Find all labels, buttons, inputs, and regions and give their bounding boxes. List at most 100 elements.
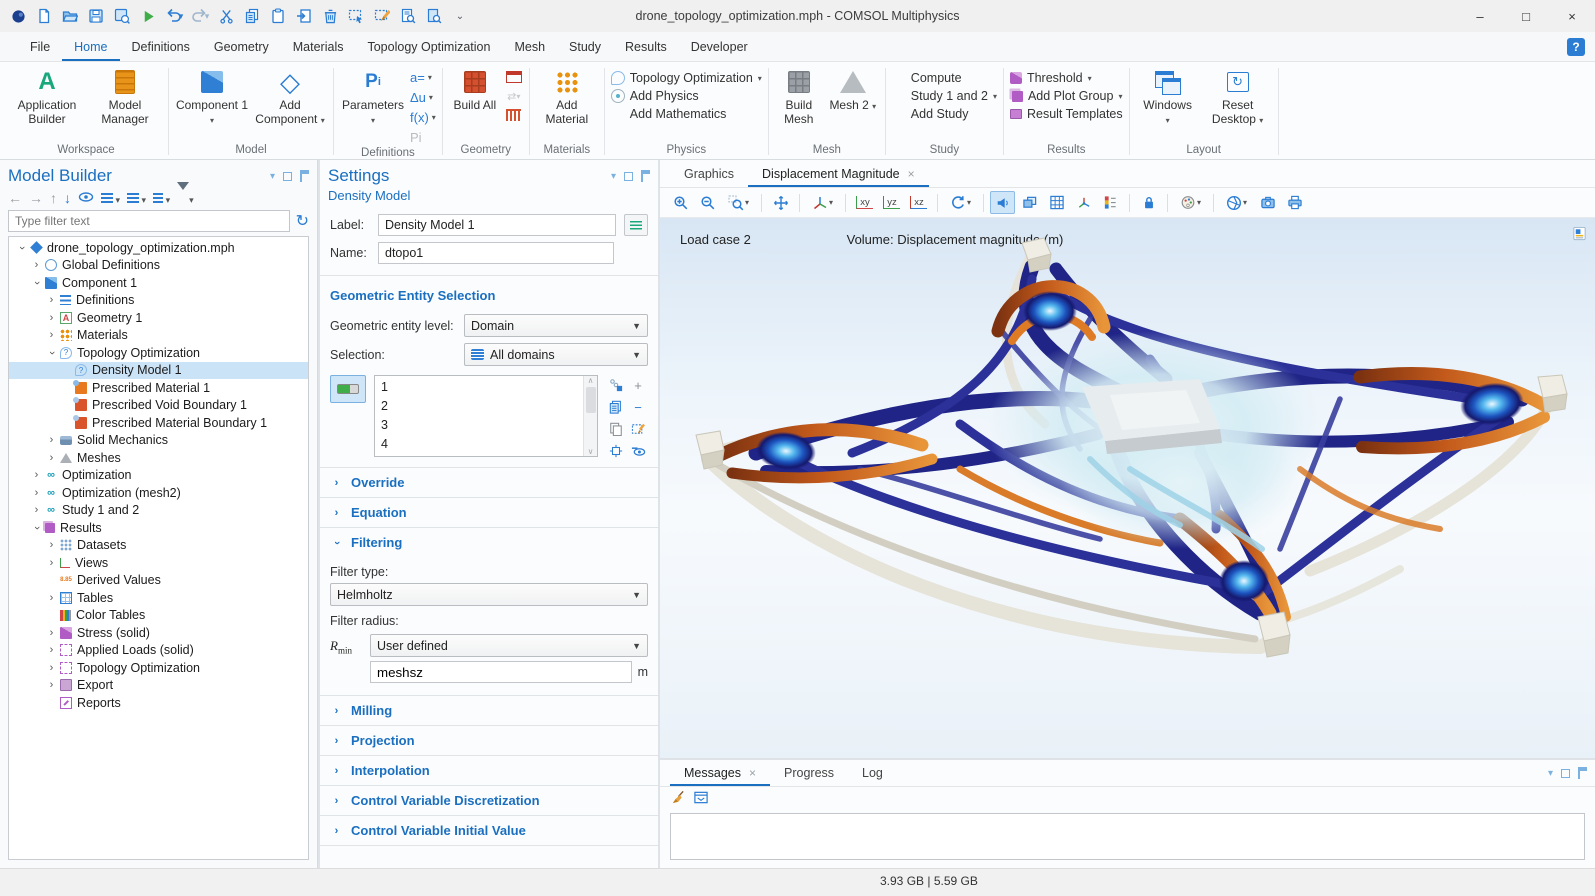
run-icon[interactable] bbox=[136, 4, 160, 28]
tree-item[interactable]: Prescribed Material 1 bbox=[9, 379, 308, 397]
menu-tab[interactable]: Geometry bbox=[202, 35, 281, 61]
tree-item[interactable]: Prescribed Material Boundary 1 bbox=[9, 414, 308, 432]
minimize-button[interactable]: – bbox=[1457, 0, 1503, 32]
settings-section-header[interactable]: Control Variable Discretization bbox=[320, 785, 658, 815]
results-row-button[interactable]: Threshold▾ bbox=[1010, 71, 1123, 85]
open-messages-window-icon[interactable] bbox=[693, 790, 709, 808]
menu-tab[interactable]: Results bbox=[613, 35, 679, 61]
copy-selection-icon[interactable] bbox=[606, 375, 626, 395]
color-theme-icon[interactable]: ▾ bbox=[1174, 191, 1207, 214]
label-field[interactable] bbox=[378, 214, 616, 236]
menu-tab[interactable]: Materials bbox=[281, 35, 356, 61]
name-field[interactable] bbox=[378, 242, 614, 264]
menu-tab[interactable]: Developer bbox=[679, 35, 760, 61]
tree-item[interactable]: Geometry 1 bbox=[9, 309, 308, 327]
tree-item[interactable]: Stress (solid) bbox=[9, 624, 308, 642]
reset-desktop-button[interactable]: ↻ Reset Desktop ▾ bbox=[1204, 66, 1272, 127]
study-row-button[interactable]: Add Study bbox=[892, 107, 997, 121]
environment-reflections-icon[interactable] bbox=[1017, 191, 1042, 214]
tree-item[interactable]: Views bbox=[9, 554, 308, 572]
view-xy-icon[interactable]: xy bbox=[852, 191, 877, 214]
tree-item[interactable]: Prescribed Void Boundary 1 bbox=[9, 397, 308, 415]
cut-icon[interactable] bbox=[214, 4, 238, 28]
add-component-button[interactable]: ◇ Add Component ▾ bbox=[253, 66, 327, 127]
menu-tab[interactable]: File bbox=[18, 35, 62, 61]
tree-item[interactable]: Optimization bbox=[9, 467, 308, 485]
add-material-button[interactable]: Add Material bbox=[536, 66, 598, 127]
lock-camera-icon[interactable] bbox=[1136, 191, 1161, 214]
physics-row-button[interactable]: Add Mathematics bbox=[611, 107, 762, 121]
tree-item[interactable]: Topology Optimization bbox=[9, 659, 308, 677]
camera-icon[interactable] bbox=[1255, 191, 1280, 214]
close-tab-icon[interactable]: × bbox=[908, 167, 915, 181]
show-icon[interactable] bbox=[78, 190, 94, 206]
clear-selection-icon[interactable] bbox=[370, 4, 394, 28]
zoom-box-icon[interactable]: ▾ bbox=[722, 191, 755, 214]
find-in-model-icon[interactable] bbox=[422, 4, 446, 28]
physics-row-button[interactable]: Add Physics bbox=[611, 89, 762, 103]
graphics-canvas[interactable]: Load case 2 Volume: Displacement magnitu… bbox=[660, 218, 1595, 758]
results-row-button[interactable]: Add Plot Group▾ bbox=[1010, 89, 1123, 103]
panel-float-icon[interactable] bbox=[283, 172, 292, 181]
view-yz-icon[interactable]: yz bbox=[879, 191, 904, 214]
drone-model-3d-plot[interactable] bbox=[660, 218, 1595, 758]
panel-pin-icon[interactable] bbox=[641, 170, 650, 182]
tree-item[interactable]: Materials bbox=[9, 327, 308, 345]
partition-icon[interactable] bbox=[505, 108, 523, 122]
filter-radius-input[interactable] bbox=[370, 661, 632, 683]
panel-menu-icon[interactable]: ▾ bbox=[270, 171, 275, 182]
tree-item[interactable]: Density Model 1 bbox=[9, 362, 308, 380]
build-all-button[interactable]: Build All bbox=[449, 66, 501, 112]
print-icon[interactable] bbox=[1282, 191, 1307, 214]
tree-item[interactable]: Component 1 bbox=[9, 274, 308, 292]
remove-minus-icon[interactable]: − bbox=[628, 397, 648, 417]
selection-list[interactable]: 1234 ∧∨ bbox=[374, 375, 598, 457]
study-row-button[interactable]: Compute bbox=[892, 71, 997, 85]
zoom-extents-icon[interactable] bbox=[768, 191, 793, 214]
geo-level-dropdown[interactable]: Domain▼ bbox=[464, 314, 648, 337]
mesh-2-button[interactable]: Mesh 2 ▾ bbox=[827, 66, 879, 112]
close-tab-icon[interactable]: × bbox=[749, 766, 756, 780]
filter-funnel-icon[interactable]: ▾ bbox=[177, 190, 194, 206]
rotate-icon[interactable]: ▾ bbox=[944, 191, 977, 214]
back-icon[interactable]: ← bbox=[8, 190, 22, 206]
tree-item[interactable]: Meshes bbox=[9, 449, 308, 467]
graphics-tab[interactable]: Graphics bbox=[670, 162, 748, 187]
import-icon[interactable] bbox=[292, 4, 316, 28]
zoom-to-selection-icon[interactable] bbox=[606, 441, 626, 461]
panel-pin-icon[interactable] bbox=[300, 170, 309, 182]
tree-item[interactable]: drone_topology_optimization.mph bbox=[9, 239, 308, 257]
definitions-small-item[interactable]: a=▾ bbox=[410, 70, 436, 85]
refresh-icon[interactable]: ↻ bbox=[296, 211, 309, 231]
settings-section-header[interactable]: Projection bbox=[320, 725, 658, 755]
selection-list-item[interactable]: 1 bbox=[381, 378, 577, 397]
settings-section-header[interactable]: Interpolation bbox=[320, 755, 658, 785]
select-box-icon[interactable] bbox=[344, 4, 368, 28]
new-file-icon[interactable] bbox=[32, 4, 56, 28]
tree-item[interactable]: Export bbox=[9, 677, 308, 695]
tree-item[interactable]: Definitions bbox=[9, 292, 308, 310]
hide-eye-icon[interactable] bbox=[628, 441, 648, 461]
graphics-tab[interactable]: Displacement Magnitude× bbox=[748, 162, 929, 187]
model-tree-node-text-icon[interactable]: ▾ bbox=[153, 190, 170, 206]
component-1-button[interactable]: Component 1 ▾ bbox=[175, 66, 249, 127]
import-geometry-icon[interactable] bbox=[505, 70, 523, 84]
collapse-icon[interactable]: ▾ bbox=[127, 190, 146, 206]
tree-item[interactable]: Results bbox=[9, 519, 308, 537]
maximize-button[interactable]: □ bbox=[1503, 0, 1549, 32]
zoom-out-icon[interactable] bbox=[695, 191, 720, 214]
settings-section-header[interactable]: Control Variable Initial Value bbox=[320, 815, 658, 845]
settings-section-header[interactable]: Override bbox=[320, 467, 658, 497]
view-xz-icon[interactable]: xz bbox=[906, 191, 931, 214]
panel-float-icon[interactable] bbox=[1561, 769, 1570, 778]
results-row-button[interactable]: Result Templates bbox=[1010, 107, 1123, 121]
find-icon[interactable] bbox=[396, 4, 420, 28]
sync-geometry-icon[interactable]: ⇄ ▾ bbox=[505, 89, 523, 103]
model-manager-button[interactable]: Model Manager bbox=[88, 66, 162, 127]
parameters-button[interactable]: Pi Parameters▾ bbox=[340, 66, 406, 127]
tree-item[interactable]: Global Definitions bbox=[9, 257, 308, 275]
tree-item[interactable]: Solid Mechanics bbox=[9, 432, 308, 450]
filter-radius-mode-dropdown[interactable]: User defined▼ bbox=[370, 634, 648, 657]
save-icon[interactable] bbox=[84, 4, 108, 28]
delete-icon[interactable] bbox=[318, 4, 342, 28]
